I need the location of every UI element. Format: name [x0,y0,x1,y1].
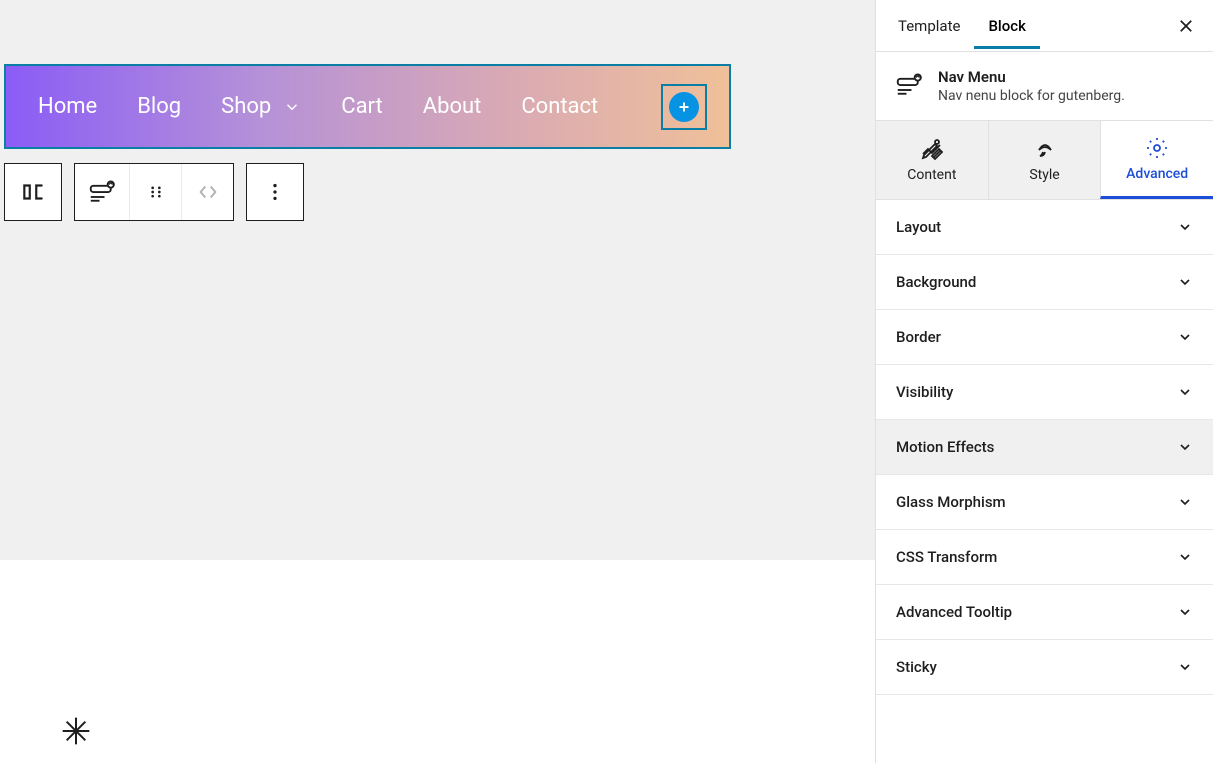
setting-tab-advanced[interactable]: Advanced [1100,121,1213,199]
block-toolbar [4,163,871,221]
chevron-down-icon [283,98,301,116]
canvas-top-region: Home Blog Shop Cart About Contact [0,0,875,560]
tab-label: Block [988,17,1025,35]
nav-item-label: Blog [137,94,181,119]
sidebar-top-tabs: Template Block [876,0,1213,52]
panel-label: Sticky [896,658,937,676]
plus-icon [669,92,699,122]
nav-item-shop[interactable]: Shop [221,94,301,119]
nav-item-home[interactable]: Home [38,94,97,119]
panel-label: Advanced Tooltip [896,603,1012,621]
toolbar-parent-selector[interactable] [4,163,62,221]
add-block-button[interactable] [661,84,707,130]
setting-tab-style[interactable]: Style [988,121,1101,199]
block-info-text: Nav Menu Nav nenu block for gutenberg. [938,68,1125,104]
panel-label: Visibility [896,383,953,401]
nav-item-cart[interactable]: Cart [341,94,382,119]
panel-background[interactable]: Background [876,255,1213,310]
chevron-down-icon [1177,439,1193,455]
chevron-down-icon [1177,274,1193,290]
setting-tabs: Content Style Advanced [876,121,1213,200]
editor-canvas[interactable]: Home Blog Shop Cart About Contact [0,0,875,763]
tab-template[interactable]: Template [884,3,974,49]
nav-item-label: Cart [341,94,382,119]
canvas-bottom-region [0,560,875,763]
nav-item-label: Contact [521,94,598,119]
panel-motion-effects[interactable]: Motion Effects [876,420,1213,475]
toolbar-more-options[interactable] [246,163,304,221]
nav-item-label: Home [38,94,97,119]
block-info-title: Nav Menu [938,68,1125,86]
chevron-down-icon [1177,549,1193,565]
tab-block[interactable]: Block [974,3,1039,49]
chevron-down-icon [1177,219,1193,235]
setting-tab-label: Content [907,167,956,183]
chevron-down-icon [1177,494,1193,510]
panel-label: Glass Morphism [896,493,1006,511]
chevron-down-icon [1177,659,1193,675]
chevron-down-icon [1177,329,1193,345]
toolbar-drag-handle[interactable] [129,163,181,221]
panel-css-transform[interactable]: CSS Transform [876,530,1213,585]
block-info-description: Nav nenu block for gutenberg. [938,88,1125,104]
panel-label: Background [896,273,976,291]
toolbar-group [74,163,234,221]
panel-visibility[interactable]: Visibility [876,365,1213,420]
settings-sidebar: Template Block Nav Menu Nav nenu block f… [875,0,1213,763]
setting-tab-label: Style [1029,167,1059,183]
panel-sticky[interactable]: Sticky [876,640,1213,695]
nav-item-label: About [423,94,482,119]
chevron-down-icon [1177,604,1193,620]
nav-menu-icon [894,70,924,104]
nav-item-about[interactable]: About [423,94,482,119]
nav-item-contact[interactable]: Contact [521,94,598,119]
toolbar-block-type[interactable] [75,163,129,221]
panel-label: Border [896,328,941,346]
panel-label: Motion Effects [896,438,994,456]
toolbar-move-arrows[interactable] [181,163,233,221]
panel-layout[interactable]: Layout [876,200,1213,255]
panel-border[interactable]: Border [876,310,1213,365]
close-sidebar-button[interactable] [1167,11,1205,41]
panel-label: Layout [896,218,941,236]
tab-label: Template [898,17,960,35]
chevron-down-icon [1177,384,1193,400]
setting-tab-label: Advanced [1126,166,1188,182]
nav-item-blog[interactable]: Blog [137,94,181,119]
nav-item-label: Shop [221,94,271,119]
panel-label: CSS Transform [896,548,997,566]
panels-list: Layout Background Border Visibility Motion E… [876,200,1213,695]
setting-tab-content[interactable]: Content [876,121,988,199]
panel-glass-morphism[interactable]: Glass Morphism [876,475,1213,530]
panel-advanced-tooltip[interactable]: Advanced Tooltip [876,585,1213,640]
block-info-card: Nav Menu Nav nenu block for gutenberg. [876,52,1213,121]
nav-menu-block[interactable]: Home Blog Shop Cart About Contact [4,64,731,149]
asterisk-icon [60,715,92,747]
